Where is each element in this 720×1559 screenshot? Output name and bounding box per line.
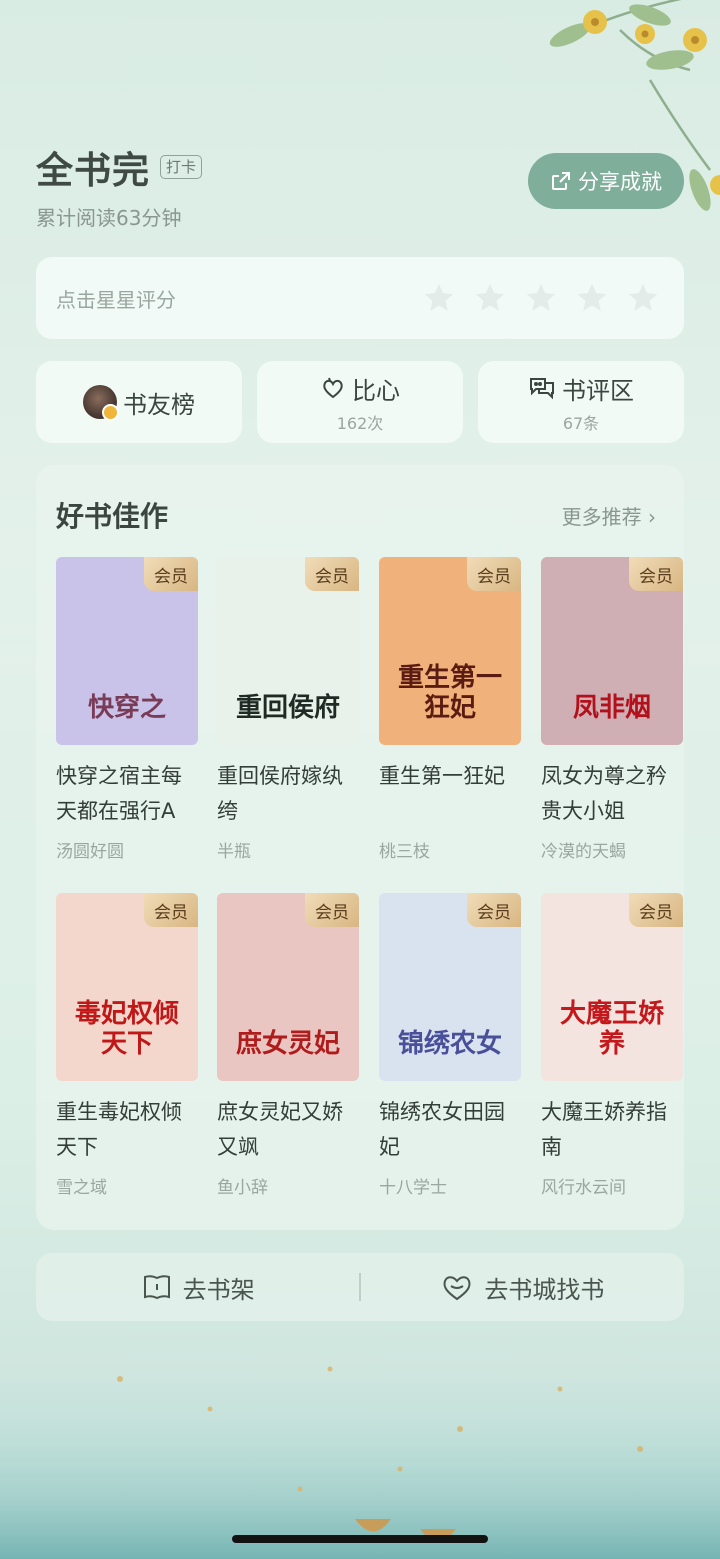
book-card[interactable]: 重生第一狂妃 会员 重生第一狂妃 桃三枝 (379, 557, 521, 862)
checkin-badge[interactable]: 打卡 (160, 155, 203, 179)
book-card[interactable]: 凤非烟 会员 凤女为尊之矜贵大小姐 冷漠的天蝎 (541, 557, 683, 862)
bottom-action-bar: 去书架 去书城找书 (36, 1253, 684, 1321)
share-icon (552, 172, 570, 190)
heart-book-icon (443, 1276, 471, 1301)
vip-badge: 会员 (467, 893, 521, 927)
bookstore-label: 去书城找书 (484, 1275, 605, 1304)
heart-count: 162次 (336, 413, 384, 433)
book-title[interactable]: 锦绣农女田园妃 (379, 1095, 521, 1165)
book-author: 半瓶 (217, 842, 251, 862)
book-author: 风行水云间 (541, 1178, 626, 1198)
book-author: 冷漠的天蝎 (541, 842, 626, 862)
more-recommendations-link[interactable]: 更多推荐 › (562, 501, 656, 530)
book-cover[interactable]: 快穿之 会员 (56, 557, 198, 745)
book-cover[interactable]: 重回侯府 会员 (217, 557, 359, 745)
book-card[interactable]: 快穿之 会员 快穿之宿主每天都在强行A 汤圆好圆 (56, 557, 198, 862)
star-icon[interactable] (524, 281, 558, 315)
book-card[interactable]: 锦绣农女 会员 锦绣农女田园妃 十八学士 (379, 893, 521, 1198)
avatar (83, 385, 119, 421)
book-cover[interactable]: 毒妃权倾天下 会员 (56, 893, 198, 1081)
vip-badge: 会员 (144, 557, 198, 591)
book-author: 十八学士 (379, 1178, 447, 1198)
star-icon[interactable] (473, 281, 507, 315)
book-cover[interactable]: 庶女灵妃 会员 (217, 893, 359, 1081)
review-section-button[interactable]: 书评区 67条 (478, 361, 684, 443)
book-cover[interactable]: 锦绣农女 会员 (379, 893, 521, 1081)
vip-badge: 会员 (629, 557, 683, 591)
book-title[interactable]: 重回侯府嫁纨绔 (217, 759, 359, 829)
vip-badge: 会员 (467, 557, 521, 591)
book-title[interactable]: 快穿之宿主每天都在强行A (56, 759, 198, 829)
book-cover[interactable]: 重生第一狂妃 会员 (379, 557, 521, 745)
book-author: 汤圆好圆 (56, 842, 124, 862)
section-title: 好书佳作 (56, 500, 169, 533)
reader-ranking-button[interactable]: 书友榜 (36, 361, 242, 443)
book-title[interactable]: 大魔王娇养指南 (541, 1095, 683, 1165)
book-title[interactable]: 重生毒妃权倾天下 (56, 1095, 198, 1165)
chevron-right-icon: › (648, 504, 656, 529)
completion-header: 全书完 打卡 累计阅读63分钟 分享成就 (36, 140, 684, 240)
bookshelf-icon (143, 1275, 170, 1300)
book-title[interactable]: 重生第一狂妃 (379, 759, 521, 829)
review-label: 书评区 (562, 376, 634, 405)
home-indicator[interactable] (232, 1535, 488, 1543)
book-card[interactable]: 毒妃权倾天下 会员 重生毒妃权倾天下 雪之域 (56, 893, 198, 1198)
reading-time: 累计阅读63分钟 (36, 206, 182, 230)
go-bookshelf-button[interactable]: 去书架 (36, 1270, 359, 1305)
vip-badge: 会员 (305, 557, 359, 591)
book-title[interactable]: 庶女灵妃又娇又飒 (217, 1095, 359, 1165)
book-author: 雪之域 (56, 1178, 107, 1198)
book-card[interactable]: 大魔王娇养 会员 大魔王娇养指南 风行水云间 (541, 893, 683, 1198)
bookshelf-label: 去书架 (182, 1275, 255, 1304)
share-label: 分享成就 (578, 170, 662, 194)
star-rating (422, 281, 660, 315)
landscape-decoration (0, 1366, 720, 1559)
heart-label: 比心 (352, 376, 400, 405)
vip-badge: 会员 (305, 893, 359, 927)
vip-badge: 会员 (144, 893, 198, 927)
book-cover[interactable]: 大魔王娇养 会员 (541, 893, 683, 1081)
book-cover[interactable]: 凤非烟 会员 (541, 557, 683, 745)
book-card[interactable]: 重回侯府 会员 重回侯府嫁纨绔 半瓶 (217, 557, 359, 862)
comment-icon (530, 378, 554, 400)
review-count: 67条 (562, 413, 600, 433)
rating-prompt: 点击星星评分 (56, 287, 176, 312)
star-icon[interactable] (575, 281, 609, 315)
star-icon[interactable] (626, 281, 660, 315)
recommendations-panel: 好书佳作 更多推荐 › 快穿之 会员 快穿之宿主每天都在强行A 汤圆好圆 重回侯… (36, 465, 684, 1230)
share-achievement-button[interactable]: 分享成就 (528, 153, 684, 209)
go-bookstore-button[interactable]: 去书城找书 (361, 1270, 684, 1305)
book-card[interactable]: 庶女灵妃 会员 庶女灵妃又娇又飒 鱼小辞 (217, 893, 359, 1198)
vip-badge: 会员 (629, 893, 683, 927)
rating-card: 点击星星评分 (36, 257, 684, 339)
page-title: 全书完 (36, 149, 150, 192)
star-icon[interactable] (422, 281, 456, 315)
book-author: 鱼小辞 (217, 1178, 268, 1198)
heart-button[interactable]: 比心 162次 (257, 361, 463, 443)
action-row: 书友榜 比心 162次 书评区 67条 (36, 361, 684, 443)
reader-ranking-label: 书友榜 (123, 390, 195, 419)
heart-hand-icon (323, 377, 343, 399)
book-title[interactable]: 凤女为尊之矜贵大小姐 (541, 759, 683, 829)
book-author: 桃三枝 (379, 842, 430, 862)
